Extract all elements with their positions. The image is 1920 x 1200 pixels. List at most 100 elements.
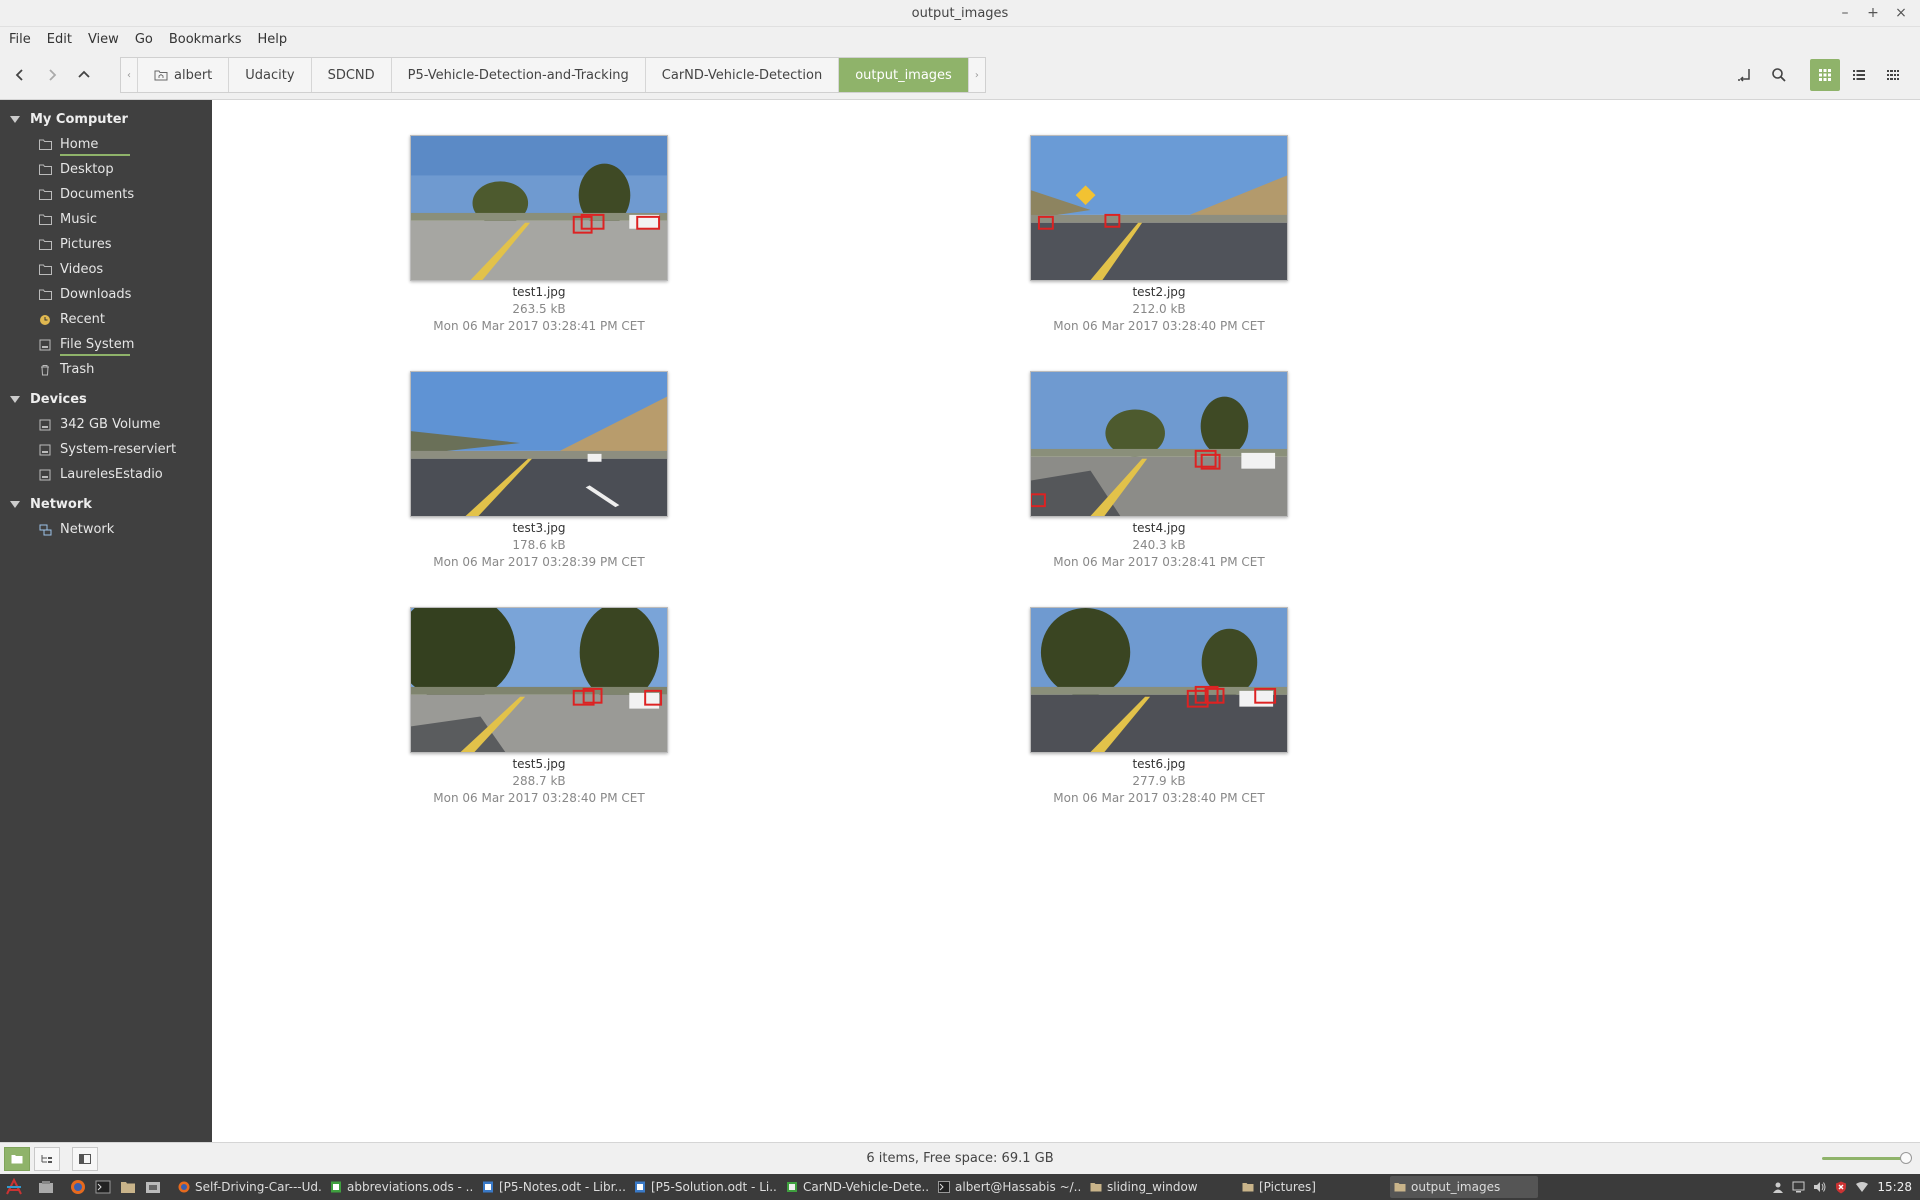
image-thumbnail [1030, 371, 1288, 517]
sidebar-item-label: Videos [60, 262, 104, 277]
toggle-sidebar-button[interactable] [72, 1146, 98, 1171]
expand-triangle-icon [10, 115, 20, 123]
sidebar-item-file-system[interactable]: File System [0, 332, 212, 357]
network-icon[interactable] [1855, 1181, 1869, 1193]
zoom-slider[interactable] [1822, 1152, 1912, 1164]
file-item-test2[interactable]: test2.jpg 212.0 kB Mon 06 Mar 2017 03:28… [1029, 135, 1289, 333]
taskbar-window-label: albert@Hassabis ~/... [955, 1180, 1082, 1194]
up-button[interactable] [68, 59, 100, 91]
image-thumbnail [410, 135, 668, 281]
taskbar-window-writer-solution[interactable]: [P5-Solution.odt - Li... [630, 1176, 778, 1198]
list-view-button[interactable] [1844, 59, 1874, 91]
files-icon[interactable] [117, 1176, 139, 1198]
sidebar-item-videos[interactable]: Videos [0, 257, 212, 282]
drive-icon [38, 419, 52, 431]
sidebar-item-pictures[interactable]: Pictures [0, 232, 212, 257]
file-item-test3[interactable]: test3.jpg 178.6 kB Mon 06 Mar 2017 03:28… [409, 371, 669, 569]
file-view: test1.jpg 263.5 kB Mon 06 Mar 2017 03:28… [212, 100, 1920, 1142]
taskbar-window-pictures[interactable]: [Pictures] [1238, 1176, 1386, 1198]
forward-button[interactable] [36, 59, 68, 91]
folder-icon [38, 289, 52, 301]
file-item-test5[interactable]: test5.jpg 288.7 kB Mon 06 Mar 2017 03:28… [409, 607, 669, 805]
menu-help[interactable]: Help [252, 32, 292, 47]
zoom-slider-track [1822, 1157, 1908, 1160]
sidebar-item-label: Network [60, 522, 115, 537]
show-treeview-button[interactable] [34, 1146, 60, 1171]
sidebar-item-home[interactable]: Home [0, 132, 212, 157]
sidebar-item-desktop[interactable]: Desktop [0, 157, 212, 182]
location-toggle-button[interactable] [1730, 59, 1760, 91]
maximize-icon[interactable]: + [1862, 3, 1884, 23]
breadcrumb-scroll-right[interactable]: › [969, 58, 985, 92]
document-icon [635, 1181, 645, 1193]
compact-list-icon [1887, 70, 1899, 80]
back-button[interactable] [4, 59, 36, 91]
file-size: 240.3 kB [1132, 538, 1186, 552]
show-desktop-icon[interactable] [35, 1176, 57, 1198]
sidebar-section-network[interactable]: Network [0, 491, 212, 517]
close-icon[interactable]: × [1890, 3, 1912, 23]
taskbar-window-label: output_images [1411, 1180, 1501, 1194]
breadcrumb-output-images[interactable]: output_images [839, 58, 969, 92]
breadcrumb-sdcnd[interactable]: SDCND [312, 58, 392, 92]
breadcrumb-udacity[interactable]: Udacity [229, 58, 312, 92]
section-label: Devices [30, 391, 87, 407]
sidebar-item-documents[interactable]: Documents [0, 182, 212, 207]
menu-bookmarks[interactable]: Bookmarks [164, 32, 247, 47]
file-item-test4[interactable]: test4.jpg 240.3 kB Mon 06 Mar 2017 03:28… [1029, 371, 1289, 569]
sidebar-item-recent[interactable]: Recent [0, 307, 212, 332]
file-item-test1[interactable]: test1.jpg 263.5 kB Mon 06 Mar 2017 03:28… [409, 135, 669, 333]
taskbar-window-firefox[interactable]: Self-Driving-Car---Ud... [174, 1176, 322, 1198]
menu-edit[interactable]: Edit [42, 32, 77, 47]
sidebar-item-label: Desktop [60, 162, 114, 177]
breadcrumb-albert[interactable]: albert [138, 58, 230, 92]
taskbar-window-label: sliding_window [1107, 1180, 1198, 1194]
status-text: 6 items, Free space: 69.1 GB [866, 1151, 1054, 1166]
breadcrumb-p5[interactable]: P5-Vehicle-Detection-and-Tracking [392, 58, 646, 92]
taskbar-window-terminal[interactable]: albert@Hassabis ~/... [934, 1176, 1082, 1198]
firefox-icon[interactable] [67, 1176, 89, 1198]
icon-view-button[interactable] [1810, 59, 1840, 91]
file-size: 212.0 kB [1132, 302, 1186, 316]
display-icon[interactable] [1792, 1181, 1805, 1193]
folder-icon [38, 164, 52, 176]
volume-icon[interactable] [1813, 1181, 1827, 1193]
update-shield-icon[interactable] [1835, 1181, 1847, 1194]
taskbar-window-sliding-window[interactable]: sliding_window [1086, 1176, 1234, 1198]
sidebar-item-label: Music [60, 212, 97, 227]
taskbar-window-carnd[interactable]: CarND-Vehicle-Dete... [782, 1176, 930, 1198]
sidebar-item-downloads[interactable]: Downloads [0, 282, 212, 307]
sidebar-item-label: Home [60, 137, 131, 156]
search-button[interactable] [1764, 59, 1794, 91]
taskbar-window-calc[interactable]: abbreviations.ods - ... [326, 1176, 474, 1198]
software-icon[interactable] [142, 1176, 164, 1198]
arrow-right-icon [49, 69, 57, 81]
menu-file[interactable]: File [4, 32, 36, 47]
sidebar-item-laureles[interactable]: LaurelesEstadio [0, 462, 212, 487]
menu-view[interactable]: View [83, 32, 124, 47]
terminal-icon[interactable] [92, 1176, 114, 1198]
taskbar-window-output-images[interactable]: output_images [1390, 1176, 1538, 1198]
user-icon[interactable] [1772, 1181, 1784, 1193]
menu-go[interactable]: Go [130, 32, 158, 47]
minimize-icon[interactable]: – [1834, 3, 1856, 23]
sidebar-section-devices[interactable]: Devices [0, 386, 212, 412]
document-icon [483, 1181, 493, 1193]
show-places-button[interactable] [4, 1146, 30, 1171]
breadcrumb-scroll-left[interactable]: ‹ [121, 58, 138, 92]
taskbar-window-writer-notes[interactable]: [P5-Notes.odt - Libr... [478, 1176, 626, 1198]
breadcrumb-label: albert [174, 67, 213, 83]
drive-icon [38, 339, 52, 351]
sidebar-item-trash[interactable]: Trash [0, 357, 212, 382]
breadcrumb-carnd[interactable]: CarND-Vehicle-Detection [646, 58, 840, 92]
sidebar-item-music[interactable]: Music [0, 207, 212, 232]
sidebar-item-system-reserviert[interactable]: System-reserviert [0, 437, 212, 462]
sidebar-section-my-computer[interactable]: My Computer [0, 106, 212, 132]
start-menu-icon[interactable] [3, 1176, 25, 1198]
sidebar-item-network[interactable]: Network [0, 517, 212, 542]
clock[interactable]: 15:28 [1877, 1180, 1912, 1194]
sidebar-item-volume[interactable]: 342 GB Volume [0, 412, 212, 437]
zoom-slider-handle[interactable] [1900, 1152, 1912, 1164]
compact-view-button[interactable] [1878, 59, 1908, 91]
file-item-test6[interactable]: test6.jpg 277.9 kB Mon 06 Mar 2017 03:28… [1029, 607, 1289, 805]
